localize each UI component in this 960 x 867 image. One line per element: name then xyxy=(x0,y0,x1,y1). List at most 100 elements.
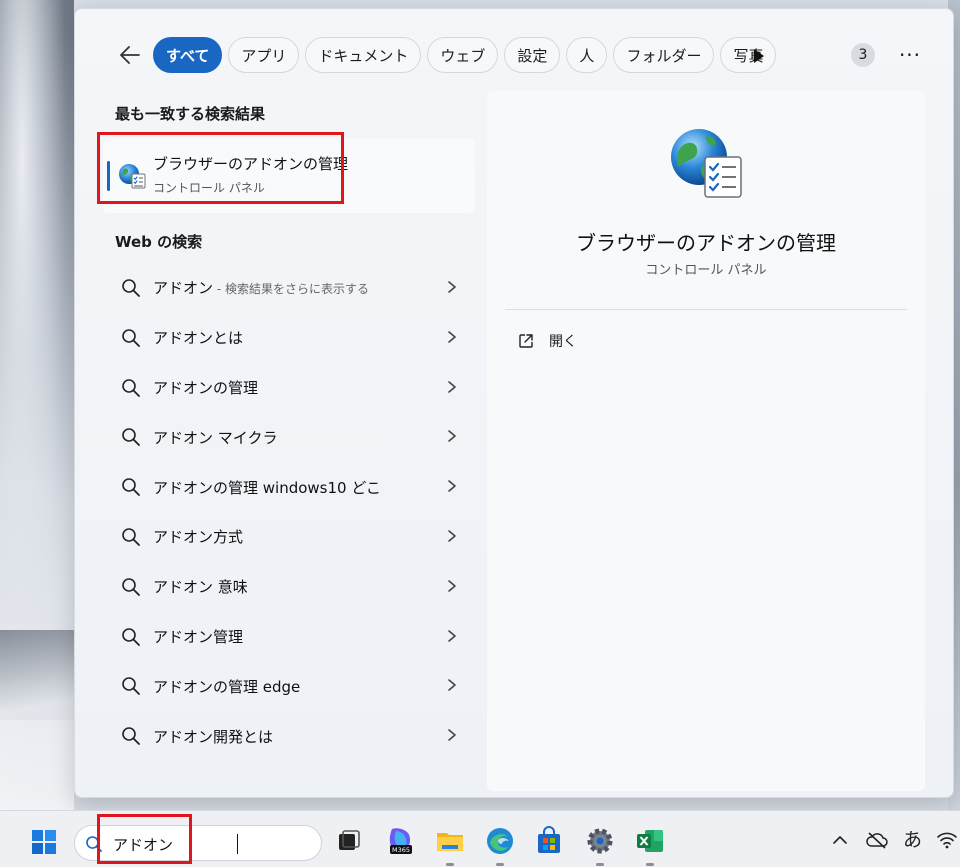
result-preview-pane: ブラウザーのアドオンの管理 コントロール パネル 開く xyxy=(487,91,925,791)
play-triangle-icon xyxy=(754,49,764,63)
text-caret xyxy=(237,834,238,854)
web-suggestion-label: アドオンとは xyxy=(153,329,244,348)
onedrive-offline-icon[interactable] xyxy=(866,831,888,849)
file-explorer-icon xyxy=(437,833,463,851)
web-suggestion-item[interactable]: アドオン開発とは xyxy=(103,711,475,761)
back-button[interactable] xyxy=(115,39,145,71)
store-icon xyxy=(538,826,560,853)
wifi-icon[interactable] xyxy=(936,831,958,849)
preview-subtitle: コントロール パネル xyxy=(645,263,767,278)
running-indicator xyxy=(446,863,454,866)
chevron-right-icon xyxy=(448,629,456,642)
taskbar-search-box[interactable] xyxy=(74,825,322,861)
svg-text:M365: M365 xyxy=(392,846,410,854)
preview-divider xyxy=(505,309,907,310)
web-suggestion-label: アドオン方式 xyxy=(153,528,244,547)
web-suggestion-item[interactable]: アドオンの管理 edge xyxy=(103,661,475,711)
excel-button[interactable] xyxy=(634,825,666,866)
excel-icon xyxy=(637,830,663,852)
web-suggestion-label: アドオン管理 xyxy=(153,627,244,646)
web-suggestion-label: アドオン マイクラ xyxy=(153,428,278,447)
web-suggestion-label: アドオンの管理 edge xyxy=(153,677,301,696)
preview-title: ブラウザーのアドオンの管理 xyxy=(576,231,836,255)
best-match-title: ブラウザーのアドオンの管理 xyxy=(153,155,349,173)
task-view-button[interactable] xyxy=(333,825,365,857)
search-icon xyxy=(122,328,140,347)
filter-chip-settings[interactable]: 設定 xyxy=(504,37,561,73)
filter-chip-apps[interactable]: アプリ xyxy=(228,37,300,73)
web-suggestion-item[interactable]: アドオンの管理 xyxy=(103,363,475,413)
filter-chip-web[interactable]: ウェブ xyxy=(427,37,499,73)
globe-checklist-icon xyxy=(671,129,742,198)
more-filters-button[interactable] xyxy=(751,47,767,65)
taskbar-search-input[interactable] xyxy=(113,831,253,857)
web-suggestion-item[interactable]: アドオン方式 xyxy=(103,512,475,562)
open-action-label: 開く xyxy=(549,334,577,350)
search-icon xyxy=(122,528,140,546)
rewards-count-badge[interactable]: 3 xyxy=(851,43,875,67)
filter-chip-people[interactable]: 人 xyxy=(566,37,608,73)
selection-accent xyxy=(107,161,110,191)
more-options-button[interactable]: ··· xyxy=(895,41,925,69)
chevron-right-icon xyxy=(448,281,456,293)
best-match-result[interactable]: ブラウザーのアドオンの管理 コントロール パネル xyxy=(103,139,475,213)
file-explorer-button[interactable] xyxy=(434,825,466,866)
globe-checklist-icon xyxy=(119,164,146,189)
ime-mode-indicator[interactable]: あ xyxy=(903,825,922,852)
filter-chip-folders[interactable]: フォルダー xyxy=(613,37,715,73)
filter-bar: すべて アプリ ドキュメント ウェブ 設定 人 フォルダー 写真 3 ··· xyxy=(75,37,955,75)
chevron-right-icon xyxy=(448,480,456,492)
web-suggestion-item[interactable]: アドオンの管理 windows10 どこ xyxy=(103,462,475,512)
settings-icon xyxy=(587,828,613,854)
search-icon xyxy=(86,836,102,852)
settings-button[interactable] xyxy=(584,825,616,866)
edge-button[interactable] xyxy=(484,825,516,866)
filter-chip-documents[interactable]: ドキュメント xyxy=(305,37,422,73)
running-indicator xyxy=(596,863,604,866)
search-icon xyxy=(122,627,140,646)
chevron-right-icon xyxy=(448,530,456,542)
search-icon xyxy=(122,378,140,397)
filter-chip-photos[interactable]: 写真 xyxy=(720,37,777,73)
filter-chips: すべて アプリ ドキュメント ウェブ 設定 人 フォルダー 写真 xyxy=(153,37,777,73)
search-icon xyxy=(122,279,140,297)
wallpaper-left xyxy=(0,0,74,810)
web-suggestion-item[interactable]: アドオン - 検索結果をさらに表示する xyxy=(103,263,475,313)
web-suggestion-item[interactable]: アドオン マイクラ xyxy=(103,412,475,462)
search-panel: すべて アプリ ドキュメント ウェブ 設定 人 フォルダー 写真 3 ··· 最… xyxy=(74,8,954,798)
chevron-right-icon xyxy=(448,579,456,592)
web-suggestion-item[interactable]: アドオンとは xyxy=(103,313,475,363)
web-suggestion-item[interactable]: アドオン 意味 xyxy=(103,562,475,612)
web-suggestion-label: アドオンの管理 xyxy=(153,378,259,397)
chevron-right-icon xyxy=(448,729,456,741)
open-action-button[interactable]: 開く xyxy=(517,331,577,351)
m365-copilot-button[interactable]: M365 xyxy=(384,825,416,857)
edge-icon xyxy=(487,828,513,854)
search-icon xyxy=(122,428,140,447)
search-icon xyxy=(122,727,140,746)
taskbar: M365 xyxy=(0,810,960,867)
filter-chip-all[interactable]: すべて xyxy=(153,37,223,73)
store-button[interactable] xyxy=(533,825,565,857)
best-match-heading: 最も一致する検索結果 xyxy=(115,105,266,123)
web-suggestion-hint: - 検索結果をさらに表示する xyxy=(213,282,369,297)
running-indicator xyxy=(496,863,504,866)
search-icon xyxy=(122,577,140,596)
web-suggestion-item[interactable]: アドオン管理 xyxy=(103,612,475,662)
best-match-subtitle: コントロール パネル xyxy=(153,181,265,195)
back-arrow-icon xyxy=(120,46,140,64)
web-suggestion-label: アドオンの管理 windows10 どこ xyxy=(153,478,381,497)
chevron-right-icon xyxy=(448,330,456,343)
chevron-up-icon[interactable] xyxy=(832,833,848,847)
web-suggestion-label: アドオン 意味 xyxy=(153,578,248,597)
web-suggestion-list: アドオン - 検索結果をさらに表示する アドオンとは アドオンの管理 アドオン … xyxy=(103,263,475,761)
chevron-right-icon xyxy=(448,380,456,393)
task-view-icon xyxy=(339,830,360,850)
search-icon xyxy=(122,677,140,696)
chevron-right-icon xyxy=(448,430,456,443)
web-suggestion-label: アドオン開発とは xyxy=(153,727,274,746)
search-icon xyxy=(122,478,140,497)
open-external-icon xyxy=(519,334,533,348)
m365-copilot-icon: M365 xyxy=(389,828,412,854)
windows-start-icon[interactable] xyxy=(30,828,58,856)
